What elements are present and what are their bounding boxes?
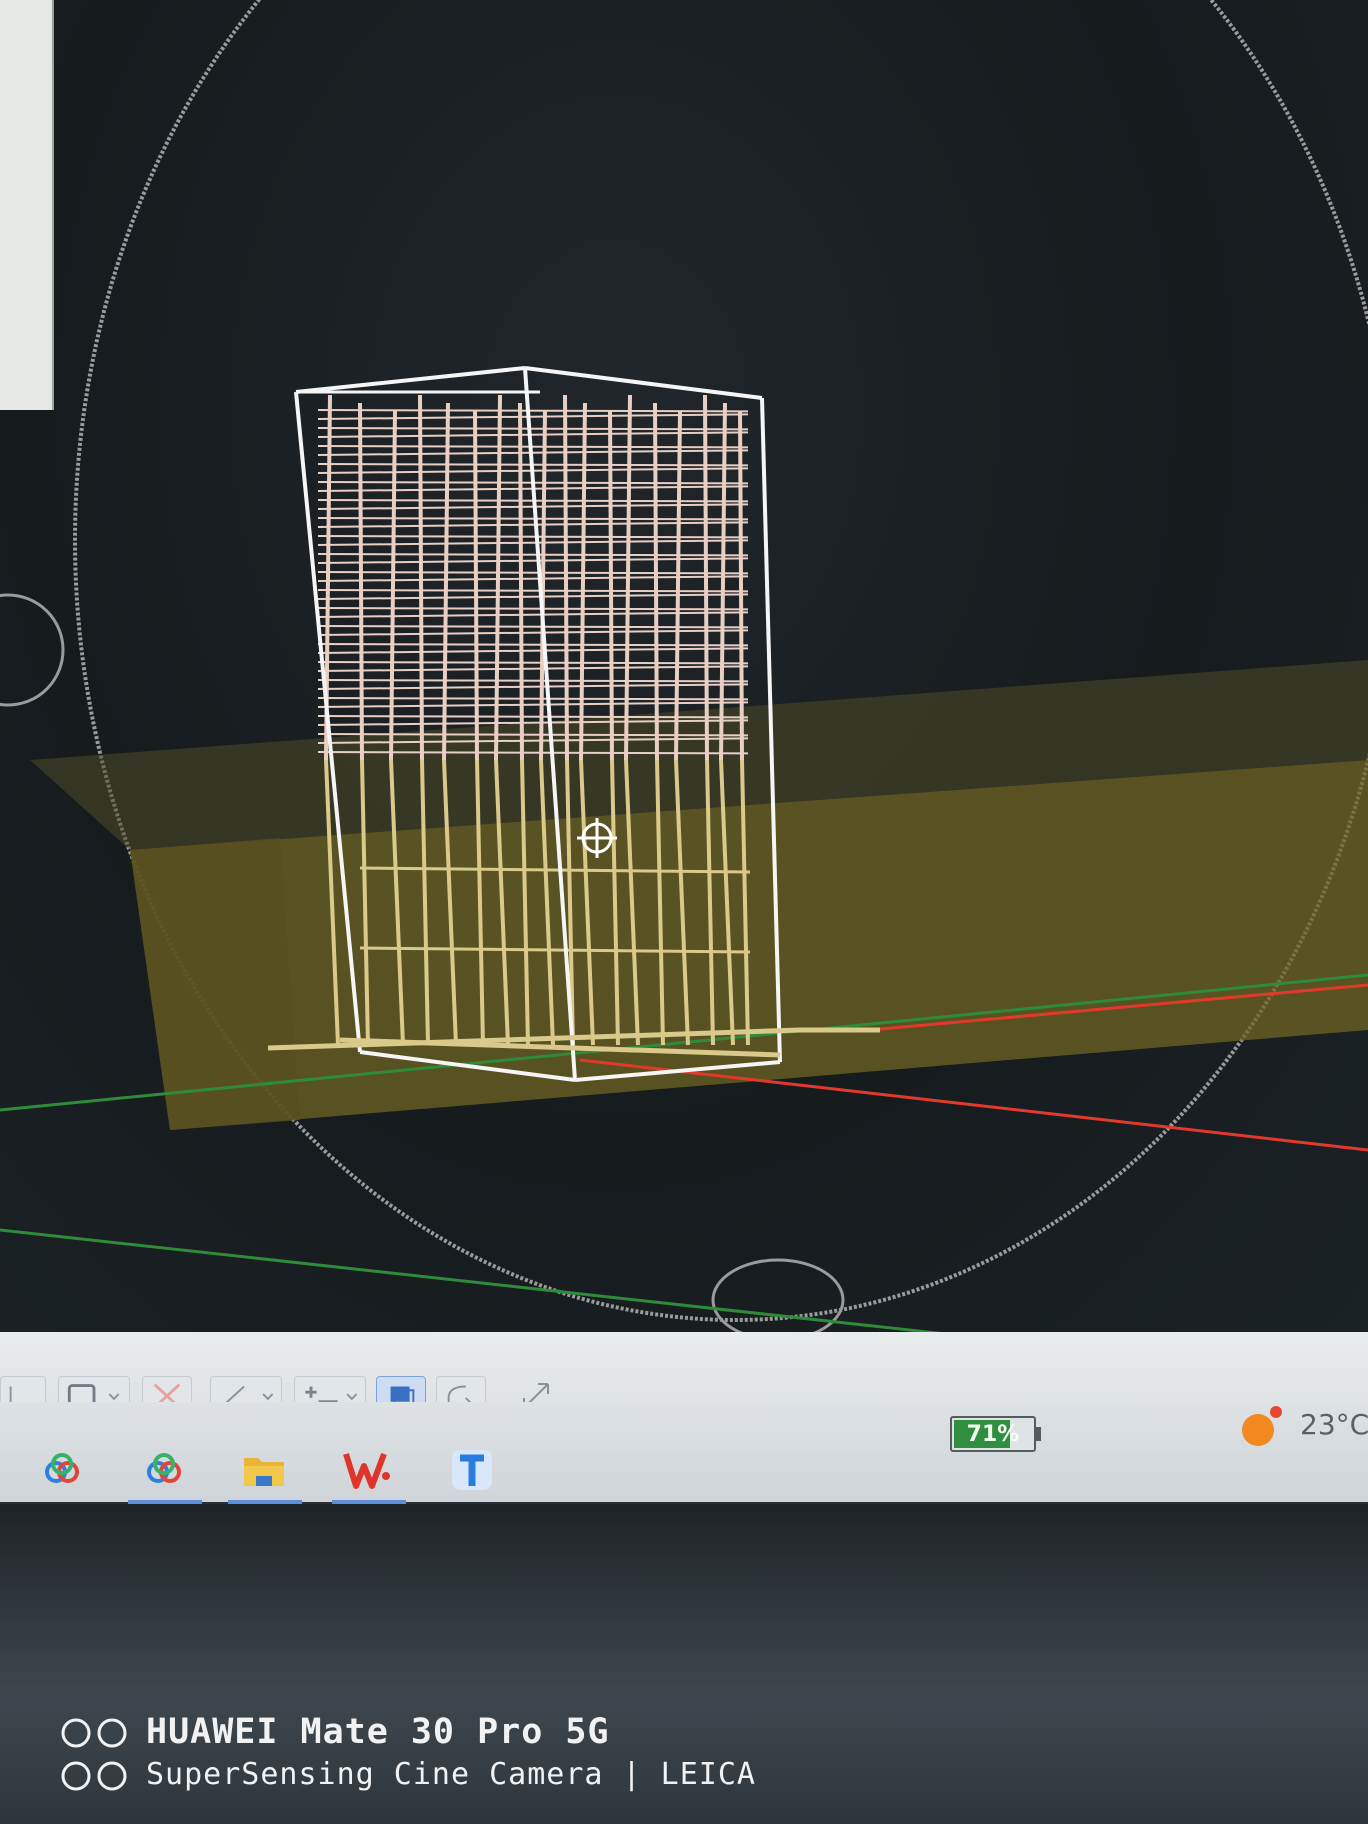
stirrup-tie [317,431,749,438]
camera-watermark-model: HUAWEI Mate 30 Pro 5G [60,1712,610,1752]
stirrup-tie [317,409,749,413]
stirrup-tie [317,683,749,690]
footing-slab-side [130,838,300,1130]
rebar-vertical-upper [608,410,614,761]
document-panel-edge [0,0,54,410]
stirrup-tie [317,593,749,600]
cage-outline [524,366,763,400]
rebar-vertical-upper [579,402,587,761]
cloud-app-icon[interactable] [34,1442,90,1498]
battery-percent: 71% [966,1422,1020,1447]
watermark-line1: HUAWEI Mate 30 Pro 5G [146,1712,610,1752]
stirrup-tie [317,647,749,654]
camera-rings-icon-2 [61,1761,127,1790]
stirrup-tie [317,701,749,708]
y-axis-line-2 [0,1228,1001,1342]
rebar-vertical-upper [473,410,479,761]
watermark-line2: SuperSensing Cine Camera | LEICA [146,1757,756,1792]
wps-icon[interactable] [340,1442,396,1498]
battery-tip [1036,1427,1041,1441]
stirrup-tie [317,607,749,611]
stirrup-tie [317,625,749,629]
text-app-icon[interactable] [444,1442,500,1498]
stirrup-tie [317,445,749,449]
cage-outline [295,366,526,394]
stirrup-tie [317,643,749,647]
stirrup-tie [317,697,749,701]
rebar-vertical-upper [738,410,744,761]
rebar-vertical-upper [719,402,727,761]
stirrup-tie [317,517,749,521]
camera-rings-icon [61,1718,127,1748]
stirrup-tie [317,535,749,539]
stirrup-tie [317,589,749,593]
stirrup-tie [317,661,749,665]
stirrup-tie [317,539,749,546]
stirrup-tie [317,413,749,420]
orbit-handle-bottom-icon[interactable] [711,1258,845,1342]
cloud-app-2-icon[interactable] [136,1442,192,1498]
stirrup-tie [317,751,749,755]
cad-3d-viewport[interactable] [0,0,1368,1360]
viewport-canvas[interactable] [0,0,1368,1360]
orbit-handle-left-icon[interactable] [0,593,65,707]
battery-indicator[interactable]: 71% [950,1416,1041,1452]
stirrup-tie [317,427,749,431]
stirrup-tie [317,679,749,683]
x-axis-line [579,1058,1368,1152]
stirrup-tie [317,733,749,737]
weather-icon[interactable] [1236,1400,1288,1452]
file-explorer-icon[interactable] [236,1442,292,1498]
stirrup-tie [317,629,749,636]
taskbar [0,1402,1368,1502]
rebar-vertical-upper [674,410,682,761]
stirrup-tie [317,611,749,618]
cad-status-toolbar [0,1332,1368,1402]
stirrup-tie [317,575,749,582]
rebar-vertical-upper [518,402,524,761]
camera-watermark-lens: SuperSensing Cine Camera | LEICA [60,1757,756,1792]
stirrup-tie [317,715,749,719]
stirrup-tie [317,571,749,575]
weather-temperature[interactable]: 23°C [1300,1408,1368,1441]
rebar-vertical-upper [653,402,659,761]
stirrup-tie [317,557,749,564]
stirrup-tie [317,553,749,557]
stirrup-tie [317,665,749,672]
stirrup-tie [317,521,749,528]
